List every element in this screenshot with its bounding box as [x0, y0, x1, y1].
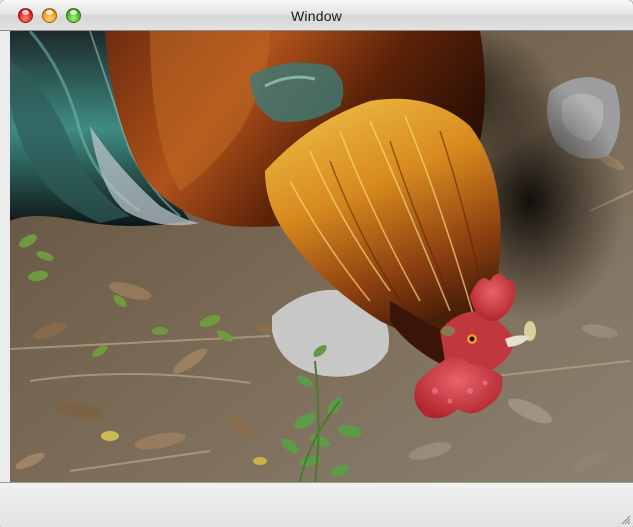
resize-grip-icon[interactable]: [619, 513, 631, 525]
rooster-photo: [10, 31, 633, 482]
status-bar: [0, 482, 633, 527]
app-window: Window: [0, 0, 633, 527]
title-bar[interactable]: Window: [0, 0, 633, 31]
window-title: Window: [291, 8, 342, 24]
image-view: [10, 31, 633, 482]
